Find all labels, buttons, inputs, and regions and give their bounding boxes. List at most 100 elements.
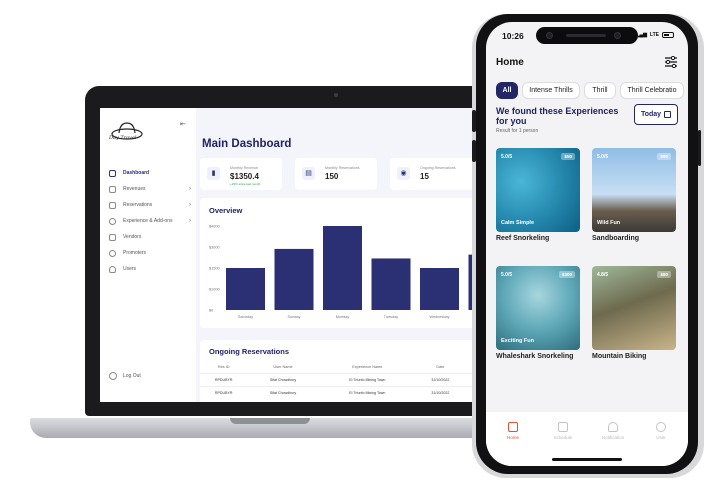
filter-chip-thrill[interactable]: Thrill bbox=[584, 82, 616, 99]
phone-volume-button bbox=[472, 110, 476, 132]
column-header: User Name bbox=[273, 365, 293, 370]
table-row[interactable]: RPDUBYR Sifat Chowdhury El Triunfo Minin… bbox=[200, 385, 498, 399]
rating-badge: 5.0/5 bbox=[597, 154, 609, 160]
stat-label: Monthly Reservations bbox=[325, 166, 360, 170]
price-badge: $80 bbox=[657, 153, 671, 160]
experience-card-reef-snorkeling[interactable]: 5.0/5 $50 Calm Simple bbox=[496, 148, 580, 232]
home-indicator bbox=[552, 458, 622, 461]
calendar-icon bbox=[558, 422, 568, 432]
experience-name[interactable]: Mountain Biking bbox=[592, 353, 646, 360]
brand-name: Day Travel bbox=[109, 135, 137, 141]
table-cell: El Triunfo Mining Town bbox=[318, 372, 417, 386]
tab-label: Schedule bbox=[553, 435, 573, 440]
sidebar-item-label: Reservations bbox=[123, 202, 153, 208]
stat-value: 150 bbox=[325, 172, 339, 181]
vendors-icon bbox=[109, 233, 116, 241]
sidebar-item-label: Dashboard bbox=[123, 170, 150, 176]
experience-name[interactable]: Reef Snorkeling bbox=[496, 235, 549, 242]
grid-icon bbox=[109, 169, 116, 177]
page-title: Main Dashboard bbox=[202, 138, 292, 150]
bar[interactable] bbox=[420, 268, 459, 310]
sidebar-item-promoters[interactable]: Promoters bbox=[109, 248, 191, 258]
y-tick-label: $0 bbox=[209, 309, 213, 313]
experience-tags: Exciting Fun bbox=[501, 338, 534, 344]
results-subheading: Result for 1 person bbox=[496, 128, 539, 134]
bar[interactable] bbox=[226, 268, 265, 310]
rating-badge: 5.0/5 bbox=[501, 272, 513, 278]
user-icon bbox=[109, 265, 116, 273]
table-cell: Sifat Chowdhury bbox=[247, 372, 319, 386]
speaker-grille bbox=[566, 34, 606, 37]
bell-icon bbox=[608, 422, 618, 432]
sidebar-item-label: Promoters bbox=[123, 250, 147, 256]
y-tick-label: $3000 bbox=[209, 246, 220, 250]
column-header: Res ID bbox=[217, 365, 230, 370]
stat-label: Ongoing Reservations bbox=[420, 166, 456, 170]
bar-chart-icon: ▮ bbox=[207, 167, 220, 180]
x-tick-label: Wednesday bbox=[430, 315, 450, 319]
price-badge: $50 bbox=[561, 153, 575, 160]
chevron-right-icon: › bbox=[189, 218, 191, 224]
table-row[interactable]: RPDUBYR Sifat Chowdhury El Triunfo Minin… bbox=[200, 372, 498, 386]
home-icon bbox=[508, 422, 518, 432]
x-tick-label: Tuesday bbox=[384, 315, 399, 319]
x-tick-label: Monday bbox=[336, 315, 350, 319]
experience-card-mountain-biking[interactable]: 4.8/5 $80 bbox=[592, 266, 676, 350]
experience-tags: Calm Simple bbox=[501, 220, 535, 226]
tab-label: Home bbox=[506, 435, 519, 440]
sidebar-item-dashboard[interactable]: Dashboard bbox=[109, 168, 191, 178]
status-time: 10:26 bbox=[502, 31, 524, 41]
sidebar-item-users[interactable]: Users bbox=[109, 264, 191, 274]
bar[interactable] bbox=[274, 248, 314, 310]
filter-chip-all[interactable]: All bbox=[496, 82, 518, 99]
tab-user[interactable]: User bbox=[636, 422, 686, 440]
x-tick-label: Sunday bbox=[288, 315, 301, 319]
filter-chip-thrill-celebration[interactable]: Thrill Celebratio bbox=[620, 82, 684, 99]
phone-power-button bbox=[698, 130, 701, 166]
filter-sliders-icon[interactable] bbox=[664, 56, 678, 68]
stat-delta: +23% since last month bbox=[230, 182, 261, 186]
ongoing-reservations-card: Ongoing Reservations Res ID User Name Ex… bbox=[200, 340, 498, 402]
today-button[interactable]: Today bbox=[634, 104, 678, 125]
reservations-table: Res ID User Name Experience Name Date Am… bbox=[200, 362, 498, 399]
document-icon: ▤ bbox=[302, 167, 315, 180]
clock-icon: ◉ bbox=[397, 167, 410, 180]
table-header-row: Res ID User Name Experience Name Date Am… bbox=[200, 362, 498, 373]
tab-schedule[interactable]: Schedule bbox=[538, 422, 588, 440]
logout-button[interactable]: Log Out bbox=[109, 372, 141, 380]
marketing-mockup: Day Travel ⇤ Dashboard Revenues › Reserv… bbox=[0, 0, 728, 492]
promoters-icon bbox=[109, 249, 116, 257]
price-badge: $300 bbox=[558, 271, 575, 278]
filter-chip-intense-thrills[interactable]: Intense Thrills bbox=[522, 82, 580, 99]
experience-card-sandboarding[interactable]: 5.0/5 $80 Wild Fun bbox=[592, 148, 676, 232]
signal-icon: ▂▄▆ bbox=[635, 32, 647, 38]
status-indicators: ▂▄▆ LTE bbox=[636, 32, 674, 38]
experience-name[interactable]: Sandboarding bbox=[592, 235, 639, 242]
experience-name[interactable]: Whaleshark Snorkeling bbox=[496, 353, 573, 360]
phone-volume-button bbox=[472, 140, 476, 162]
bar[interactable] bbox=[323, 226, 362, 310]
tab-label: Notification bbox=[601, 435, 625, 440]
y-tick-label: $1000 bbox=[209, 288, 220, 292]
overview-bar-chart: $4000 $3000 $1500 $1000 $0 Saturday Sunday Mond… bbox=[209, 225, 498, 319]
camera-icon bbox=[614, 32, 621, 39]
results-heading: We found these Experiences for you bbox=[496, 106, 619, 126]
tab-home[interactable]: Home bbox=[488, 422, 538, 440]
experience-card-whaleshark-snorkeling[interactable]: 5.0/5 $300 Exciting Fun bbox=[496, 266, 580, 350]
laptop-notch bbox=[230, 418, 310, 424]
ongoing-reservations-title: Ongoing Reservations bbox=[209, 347, 290, 356]
sidebar-item-reservations[interactable]: Reservations › bbox=[109, 200, 191, 210]
bar[interactable] bbox=[371, 258, 411, 310]
sidebar-item-revenues[interactable]: Revenues › bbox=[109, 184, 191, 194]
tab-notification[interactable]: Notification bbox=[588, 422, 638, 440]
chevron-right-icon: › bbox=[189, 186, 191, 192]
column-header: Experience Name bbox=[352, 365, 383, 370]
sidebar-item-label: Vendors bbox=[123, 234, 142, 240]
sidebar-item-experiences[interactable]: Experience & Add-ons › bbox=[109, 216, 191, 226]
sidebar: Day Travel ⇤ Dashboard Revenues › Reserv… bbox=[100, 108, 196, 402]
collapse-arrow-icon[interactable]: ⇤ bbox=[180, 120, 186, 128]
sidebar-item-vendors[interactable]: Vendors bbox=[109, 232, 191, 242]
laptop-camera bbox=[334, 93, 338, 97]
user-icon bbox=[656, 422, 666, 432]
sidebar-item-label: Revenues bbox=[123, 186, 146, 192]
